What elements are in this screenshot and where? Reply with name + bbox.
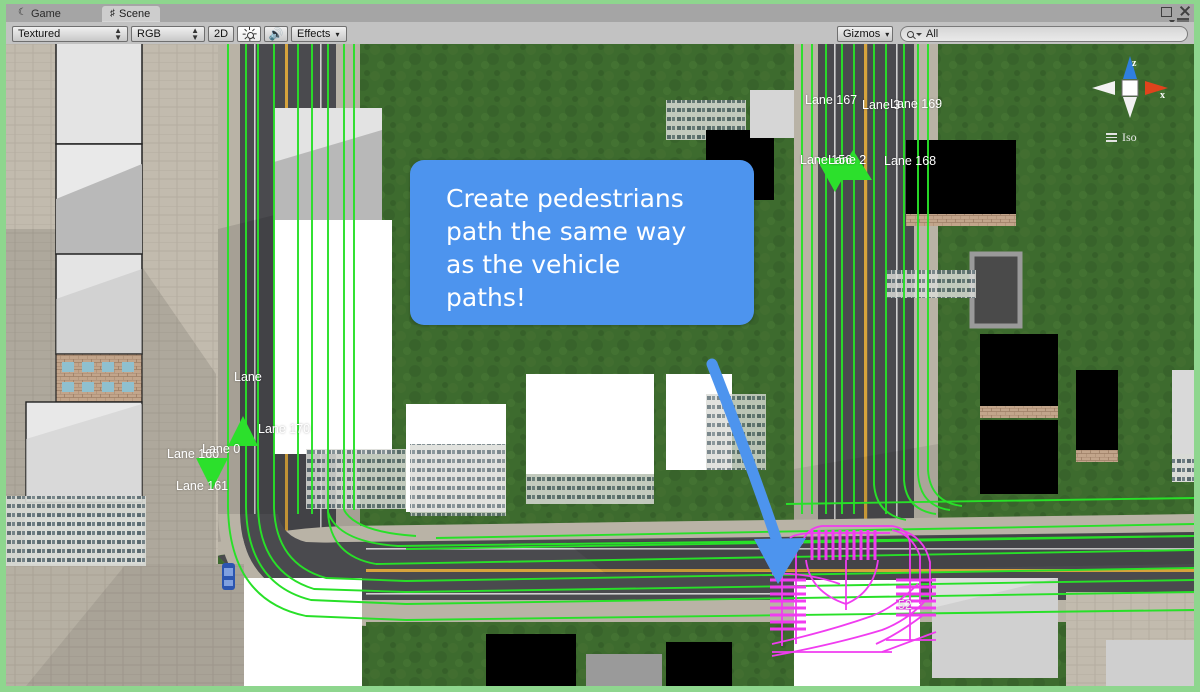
stepper-icon: ▲ ▼ <box>114 26 122 42</box>
vehicle-car <box>222 563 235 590</box>
scene-render <box>6 44 1194 686</box>
tab-game-label: Game <box>30 8 61 20</box>
callout-line: Create pedestrians <box>446 184 684 213</box>
instruction-callout: Create pedestrians path the same way as … <box>410 160 754 325</box>
panel-chrome: ☾ Game ♯ Scene Textured ▲ ▼ RGB ▲ ▼ 2D 🔊… <box>6 4 1194 44</box>
chevron-down-icon: ▾ <box>335 29 340 39</box>
grid-icon: ♯ <box>110 8 115 19</box>
draw-mode-dropdown[interactable]: Textured ▲ ▼ <box>12 26 128 42</box>
draw-mode-label: Textured <box>18 28 61 40</box>
search-icon <box>907 30 914 38</box>
callout-line: path the same way <box>446 217 687 246</box>
effects-dropdown[interactable]: Effects ▾ <box>291 26 347 42</box>
stepper-icon: ▲ ▼ <box>191 26 199 42</box>
speaker-icon: 🔊 <box>268 27 284 41</box>
close-icon[interactable] <box>1179 5 1190 16</box>
chevron-down-icon <box>916 32 922 36</box>
scene-toolbar: Textured ▲ ▼ RGB ▲ ▼ 2D 🔊 Effects ▾ Gizm… <box>6 22 1194 44</box>
search-input[interactable]: All <box>900 26 1188 42</box>
scene-viewport[interactable]: z x Iso <box>6 44 1194 686</box>
toggle-lighting[interactable] <box>237 26 261 42</box>
effects-label: Effects <box>297 28 331 40</box>
maximize-icon[interactable] <box>1160 5 1172 17</box>
toggle-2d-label: 2D <box>213 28 229 40</box>
sun-icon <box>242 27 257 41</box>
color-mode-dropdown[interactable]: RGB ▲ ▼ <box>131 26 205 42</box>
tab-scene-label: Scene <box>119 8 151 20</box>
callout-line: as the vehicle <box>446 250 621 279</box>
gizmos-dropdown[interactable]: Gizmos ▾ <box>837 26 893 42</box>
callout-line: paths! <box>446 283 526 312</box>
toggle-2d[interactable]: 2D <box>208 26 234 42</box>
tab-strip: ☾ Game ♯ Scene <box>6 4 1194 26</box>
search-value: All <box>926 28 939 40</box>
toggle-audio[interactable]: 🔊 <box>264 26 288 42</box>
tab-game[interactable]: ☾ Game <box>10 6 71 22</box>
color-mode-label: RGB <box>137 28 161 40</box>
window-buttons <box>1160 5 1190 17</box>
unity-editor-window: ☾ Game ♯ Scene Textured ▲ ▼ RGB ▲ ▼ 2D 🔊… <box>0 0 1200 692</box>
gizmos-label: Gizmos <box>843 28 881 40</box>
chevron-down-icon: ▾ <box>885 29 890 39</box>
moon-icon: ☾ <box>18 7 27 18</box>
tab-scene[interactable]: ♯ Scene <box>102 6 161 22</box>
